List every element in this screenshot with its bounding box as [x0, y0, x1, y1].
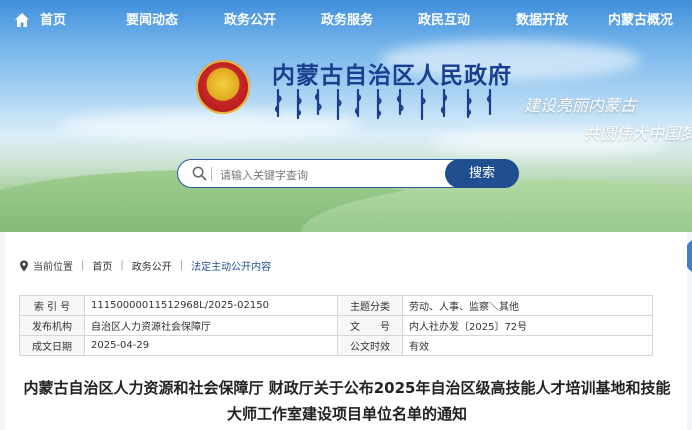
nav-home[interactable]: 首页: [40, 0, 66, 42]
slogan-line-1: 建设亮丽内蒙古: [524, 96, 637, 115]
search-input[interactable]: [218, 163, 442, 187]
document-title: 内蒙古自治区人力资源和社会保障厅 财政厅关于公布2025年自治区级高技能人才培训…: [23, 379, 671, 423]
breadcrumb-separator: |: [81, 260, 85, 271]
home-icon[interactable]: [14, 12, 30, 28]
national-emblem-icon: [196, 60, 250, 114]
slogan: 建设亮丽内蒙古 共圆伟大中国梦: [524, 92, 692, 148]
meta-key: 主题分类: [337, 295, 403, 316]
breadcrumb: 当前位置 | 首页 | 政务公开 | 法定主动公开内容: [19, 258, 271, 273]
nav-interaction[interactable]: 政民互动: [418, 0, 470, 42]
breadcrumb-separator: |: [179, 260, 184, 271]
meta-value: 内人社办发〔2025〕72号: [402, 315, 653, 336]
meta-value: 有效: [402, 335, 653, 356]
meta-value: 11150000011512968L/2025-02150: [84, 295, 338, 316]
meta-value: 劳动、人事、监察＼其他: [402, 295, 653, 316]
site-title: 内蒙古自治区人民政府: [272, 63, 512, 89]
meta-key: 索 引 号: [19, 295, 85, 316]
document-meta-table: 索 引 号 11150000011512968L/2025-02150 主题分类…: [19, 295, 653, 356]
meta-key: 公文时效: [337, 335, 403, 356]
meta-key: 文 号: [337, 315, 403, 336]
nav-open-data[interactable]: 数据开放: [516, 0, 568, 42]
nav-news[interactable]: 要闻动态: [126, 0, 178, 42]
table-row: 索 引 号 11150000011512968L/2025-02150 主题分类…: [19, 295, 653, 316]
breadcrumb-current[interactable]: 法定主动公开内容: [191, 258, 271, 273]
breadcrumb-home[interactable]: 首页: [92, 258, 112, 273]
breadcrumb-separator: |: [120, 260, 124, 271]
meta-value: 自治区人力资源社会保障厅: [84, 315, 338, 336]
search-button[interactable]: 搜索: [445, 159, 519, 188]
meta-value: 2025-04-29: [84, 335, 338, 356]
mongolian-script-logo: [274, 88, 492, 121]
article-content: 当前位置 | 首页 | 政务公开 | 法定主动公开内容 索 引 号 111500…: [5, 232, 687, 430]
location-pin-icon: [20, 260, 28, 271]
slogan-line-2: 共圆伟大中国梦: [584, 124, 692, 143]
search-divider: [211, 167, 212, 181]
nav-gov-services[interactable]: 政务服务: [321, 0, 373, 42]
table-row: 成文日期 2025-04-29 公文时效 有效: [19, 335, 653, 356]
table-row: 发布机构 自治区人力资源社会保障厅 文 号 内人社办发〔2025〕72号: [19, 315, 653, 336]
search-icon: [192, 166, 207, 181]
meta-key: 成文日期: [19, 335, 85, 356]
nav-overview[interactable]: 内蒙古概况: [608, 0, 673, 42]
breadcrumb-gov-open[interactable]: 政务公开: [132, 258, 172, 273]
breadcrumb-prefix: 当前位置: [33, 262, 73, 273]
meta-key: 发布机构: [19, 315, 85, 336]
nav-gov-affairs-open[interactable]: 政务公开: [224, 0, 276, 42]
header-banner: 首页 要闻动态 政务公开 政务服务 政民互动 数据开放 内蒙古概况 内蒙古自治区…: [0, 0, 692, 232]
